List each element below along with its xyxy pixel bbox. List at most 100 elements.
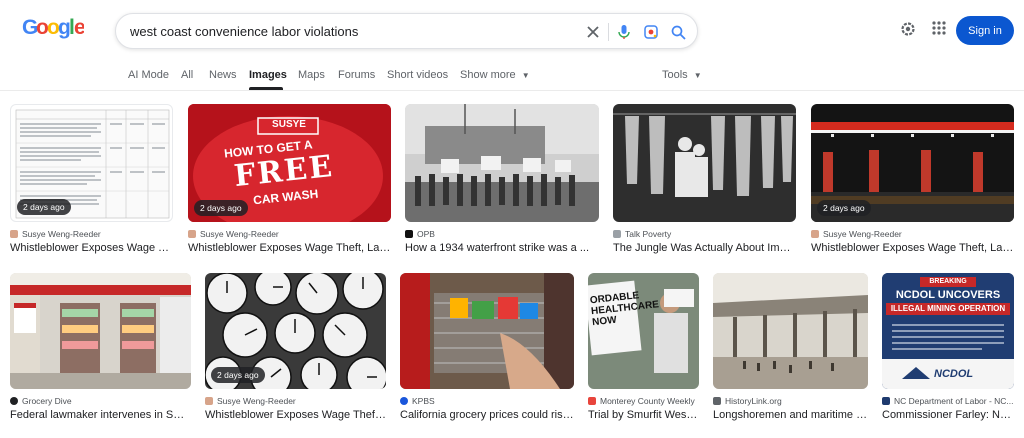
result-title[interactable]: Commissioner Farley: NC L... <box>882 409 1014 421</box>
result-source-label: HistoryLink.org <box>725 396 782 406</box>
ncdol-logo-text: NCDOL <box>934 368 974 380</box>
protest-sign-photo <box>588 273 699 389</box>
result-source-label: NC Department of Labor - NC... <box>894 396 1014 406</box>
protest-sign-text: ORDABLE HEALTHCARE NOW <box>589 290 660 329</box>
result-source[interactable]: Susye Weng-Reeder <box>811 229 902 239</box>
result-source[interactable]: HistoryLink.org <box>713 396 782 406</box>
result-source-label: Susye Weng-Reeder <box>217 396 296 406</box>
result-thumbnail[interactable] <box>405 104 599 222</box>
image-result[interactable]: BREAKING NCDOL UNCOVERS ILLEGAL MINING O… <box>882 273 1014 425</box>
date-badge: 2 days ago <box>17 199 71 215</box>
tab-images[interactable]: Images <box>249 69 287 81</box>
result-source[interactable]: Susye Weng-Reeder <box>205 396 296 406</box>
result-title[interactable]: Federal lawmaker intervenes in Smart ... <box>10 409 191 421</box>
tab-forums[interactable]: Forums <box>338 69 375 81</box>
result-thumbnail[interactable]: 2 days ago <box>205 273 386 389</box>
result-thumbnail[interactable]: BREAKING NCDOL UNCOVERS ILLEGAL MINING O… <box>882 273 1014 389</box>
result-title[interactable]: California grocery prices could rise if … <box>400 409 574 421</box>
source-favicon-icon <box>811 230 819 238</box>
google-logo[interactable]: G o o g l e <box>22 16 86 45</box>
result-title[interactable]: Whistleblower Exposes Wage Theft, Labor … <box>811 242 1014 254</box>
image-result[interactable]: KPBS California grocery prices could ris… <box>400 273 574 425</box>
ncdol-headline-1: NCDOL UNCOVERS <box>895 289 1001 301</box>
result-source[interactable]: Talk Poverty <box>613 229 671 239</box>
grocery-store-photo <box>10 273 191 389</box>
source-favicon-icon <box>10 230 18 238</box>
sign-in-button[interactable]: Sign in <box>956 16 1014 45</box>
result-source[interactable]: Susye Weng-Reeder <box>188 229 279 239</box>
image-result[interactable]: OPB How a 1934 waterfront strike was a .… <box>405 104 599 256</box>
result-source[interactable]: Susye Weng-Reeder <box>10 229 101 239</box>
result-title[interactable]: Whistleblower Exposes Wage Theft, La... <box>205 409 386 421</box>
image-result[interactable]: ORDABLE HEALTHCARE NOW Monterey County W… <box>588 273 699 425</box>
result-source-label: KPBS <box>412 396 435 406</box>
search-box[interactable]: west coast convenience labor violations <box>115 13 698 49</box>
search-tabs: AI Mode All News Images Maps Forums Shor… <box>0 60 1024 90</box>
result-title[interactable]: Whistleblower Exposes Wage Theft, Labor … <box>10 242 173 254</box>
tab-show-more-label: Show more <box>460 69 516 81</box>
image-result[interactable]: 2 days ago Susye Weng-Reeder Whistleblow… <box>10 104 173 256</box>
source-favicon-icon <box>613 230 621 238</box>
waterfront-strike-photo <box>405 104 599 222</box>
result-thumbnail[interactable] <box>613 104 796 222</box>
result-source[interactable]: NC Department of Labor - NC... <box>882 396 1014 406</box>
tab-short-videos[interactable]: Short videos <box>387 69 448 81</box>
source-favicon-icon <box>10 397 18 405</box>
close-icon[interactable] <box>583 22 603 42</box>
gear-icon[interactable] <box>899 20 919 40</box>
result-source[interactable]: OPB <box>405 229 435 239</box>
ncdol-headline-2: ILLEGAL MINING OPERATION <box>890 304 1006 313</box>
image-result[interactable]: HistoryLink.org Longshoremen and maritim… <box>713 273 868 425</box>
result-title[interactable]: The Jungle Was Actually About Immigr... <box>613 242 796 254</box>
caret-down-icon: ▼ <box>693 71 702 80</box>
tab-show-more[interactable]: Show more ▼ <box>460 69 530 81</box>
grocery-cart-photo <box>400 273 574 389</box>
image-result[interactable]: SUSYE HOW TO GET A FREE CAR WASH 2 days … <box>188 104 391 256</box>
result-source-label: Susye Weng-Reeder <box>200 229 279 239</box>
search-input[interactable]: west coast convenience labor violations <box>130 24 358 39</box>
image-result[interactable]: Grocery Dive Federal lawmaker intervenes… <box>10 273 191 425</box>
tools-button[interactable]: Tools ▼ <box>662 69 702 81</box>
source-favicon-icon <box>400 397 408 405</box>
microphone-icon[interactable] <box>614 22 634 42</box>
result-thumbnail[interactable]: 2 days ago <box>10 104 173 222</box>
tab-maps[interactable]: Maps <box>298 69 325 81</box>
result-source-label: Susye Weng-Reeder <box>823 229 902 239</box>
source-favicon-icon <box>188 230 196 238</box>
meatpacking-photo <box>613 104 796 222</box>
source-favicon-icon <box>588 397 596 405</box>
image-result[interactable]: 2 days ago Susye Weng-Reeder Whistleblow… <box>811 104 1014 256</box>
caret-down-icon: ▼ <box>521 71 530 80</box>
result-thumbnail[interactable] <box>713 273 868 389</box>
image-result[interactable]: Talk Poverty The Jungle Was Actually Abo… <box>613 104 796 256</box>
image-result[interactable]: 2 days ago Susye Weng-Reeder Whistleblow… <box>205 273 386 425</box>
result-source[interactable]: Monterey County Weekly <box>588 396 695 406</box>
result-source-label: OPB <box>417 229 435 239</box>
tools-label: Tools <box>662 69 688 81</box>
result-source-label: Grocery Dive <box>22 396 72 406</box>
badge-brand-text: SUSYE <box>272 119 306 130</box>
camera-lens-icon[interactable] <box>641 22 661 42</box>
result-thumbnail[interactable] <box>10 273 191 389</box>
search-icon[interactable] <box>668 22 688 42</box>
svg-text:e: e <box>74 17 84 39</box>
tab-all[interactable]: All <box>181 69 193 81</box>
result-thumbnail[interactable]: ORDABLE HEALTHCARE NOW <box>588 273 699 389</box>
date-badge: 2 days ago <box>194 200 248 216</box>
result-source[interactable]: KPBS <box>400 396 435 406</box>
result-title[interactable]: How a 1934 waterfront strike was a ... <box>405 242 599 254</box>
apps-grid-icon[interactable] <box>931 20 951 40</box>
source-favicon-icon <box>713 397 721 405</box>
result-thumbnail[interactable]: 2 days ago <box>811 104 1014 222</box>
tab-news[interactable]: News <box>209 69 237 81</box>
result-title[interactable]: Trial by Smurfit Westro... <box>588 409 699 421</box>
date-badge: 2 days ago <box>211 367 265 383</box>
result-title[interactable]: Whistleblower Exposes Wage Theft, Labor … <box>188 242 391 254</box>
result-source-label: Susye Weng-Reeder <box>22 229 101 239</box>
source-favicon-icon <box>882 397 890 405</box>
tab-ai-mode[interactable]: AI Mode <box>128 69 169 81</box>
result-source[interactable]: Grocery Dive <box>10 396 72 406</box>
result-title[interactable]: Longshoremen and maritime wor... <box>713 409 868 421</box>
result-thumbnail[interactable]: SUSYE HOW TO GET A FREE CAR WASH 2 days … <box>188 104 391 222</box>
result-thumbnail[interactable] <box>400 273 574 389</box>
